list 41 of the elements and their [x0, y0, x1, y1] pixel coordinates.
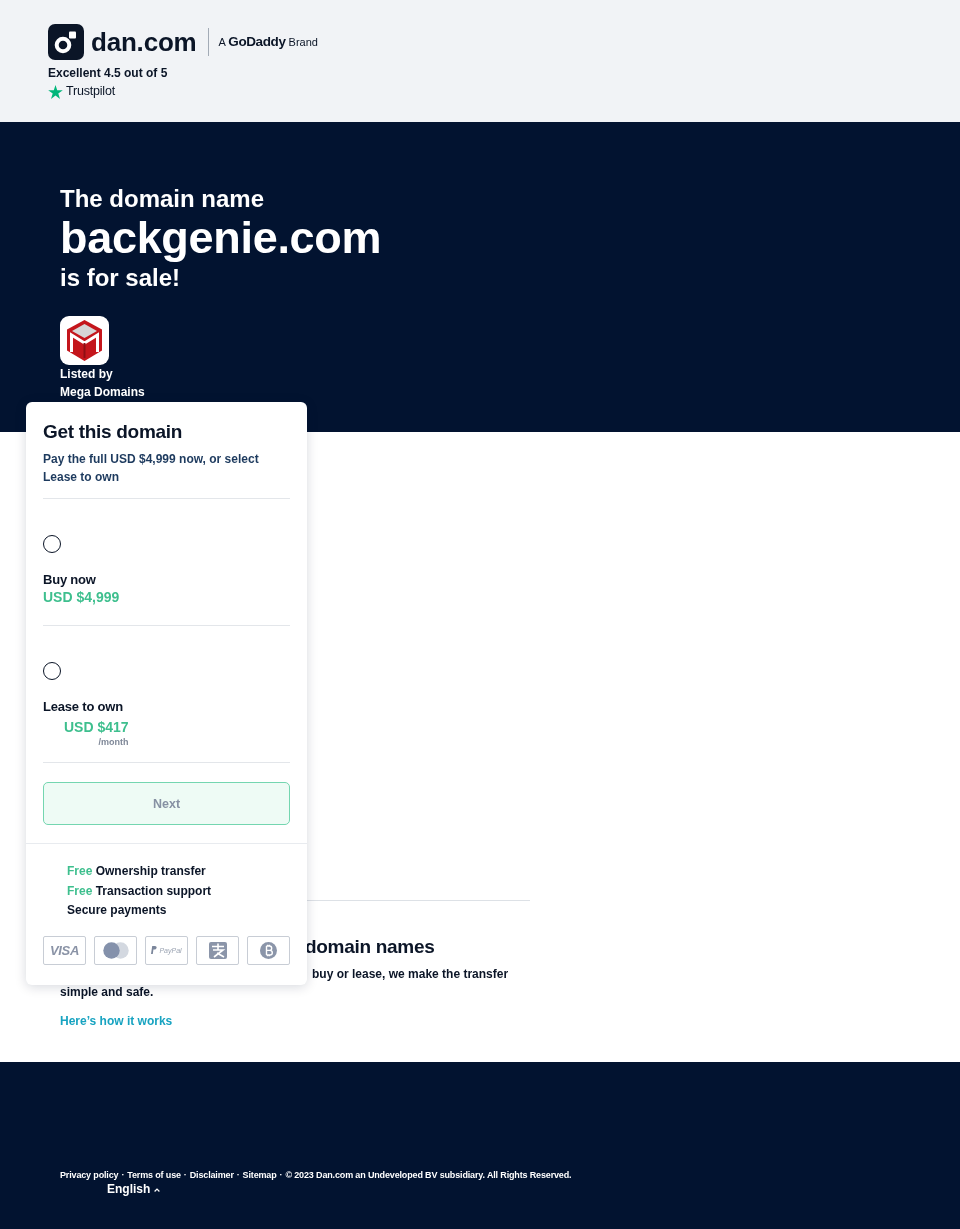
for-sale-text: is for sale! [60, 263, 181, 292]
option-price: USD $4,999 [43, 588, 120, 606]
option-label: Buy now [43, 572, 96, 588]
language-selector[interactable]: English [107, 1182, 161, 1197]
visa-wordmark: VISA [49, 942, 80, 958]
coin-icon [260, 941, 277, 959]
overlapping-circles-icon [102, 941, 129, 959]
feature-item: Secure payments [67, 902, 167, 919]
price-period: /month [98, 736, 129, 748]
hero-intro-text: The domain name [60, 184, 265, 213]
rating-text: Excellent 4.5 out of 5 [48, 66, 168, 81]
seller-name: Mega Domains [60, 384, 145, 401]
review-site-name: Trustpilot [66, 84, 115, 99]
description-text: simple and safe. [60, 984, 154, 1001]
option-price: USD $417 [64, 718, 129, 736]
brand-name: dan.com [91, 27, 197, 57]
character-tile-icon [208, 941, 227, 959]
domain-name-heading: backgenie.com [60, 213, 382, 263]
logo-icon [48, 24, 84, 60]
footer-link[interactable]: Privacy policy [60, 1170, 119, 1180]
caret-icon [154, 1187, 161, 1192]
link-separator: · [121, 1170, 125, 1180]
feature-item: Free Ownership transfer [67, 863, 206, 880]
brand-tagline: A GoDaddy Brand [218, 34, 318, 50]
card-subtitle: Pay the full USD $4,999 now, or select Lease to own [43, 451, 260, 486]
cube-logo-icon [60, 316, 109, 365]
star-icon [48, 84, 63, 99]
description-text: buy or lease, we make the transfer [312, 966, 509, 983]
footer-link[interactable]: Disclaimer [189, 1170, 234, 1180]
card-title: Get this domain [43, 420, 183, 444]
copyright-text: © 2023 Dan.com an Undeveloped BV subsidiary. All Rights Reserved. [285, 1170, 572, 1180]
section-heading: domain names [305, 935, 435, 958]
option-label: Lease to own [43, 699, 123, 715]
feature-item: Free Transaction support [67, 882, 212, 900]
listed-by-label: Listed by [60, 366, 113, 383]
link-separator: · [236, 1170, 240, 1180]
link-separator: · [279, 1170, 283, 1180]
letter-p-icon [151, 946, 158, 954]
link-separator: · [183, 1170, 187, 1180]
footer-link[interactable]: Terms of use [127, 1170, 181, 1180]
footer-link[interactable]: Sitemap [242, 1170, 277, 1180]
